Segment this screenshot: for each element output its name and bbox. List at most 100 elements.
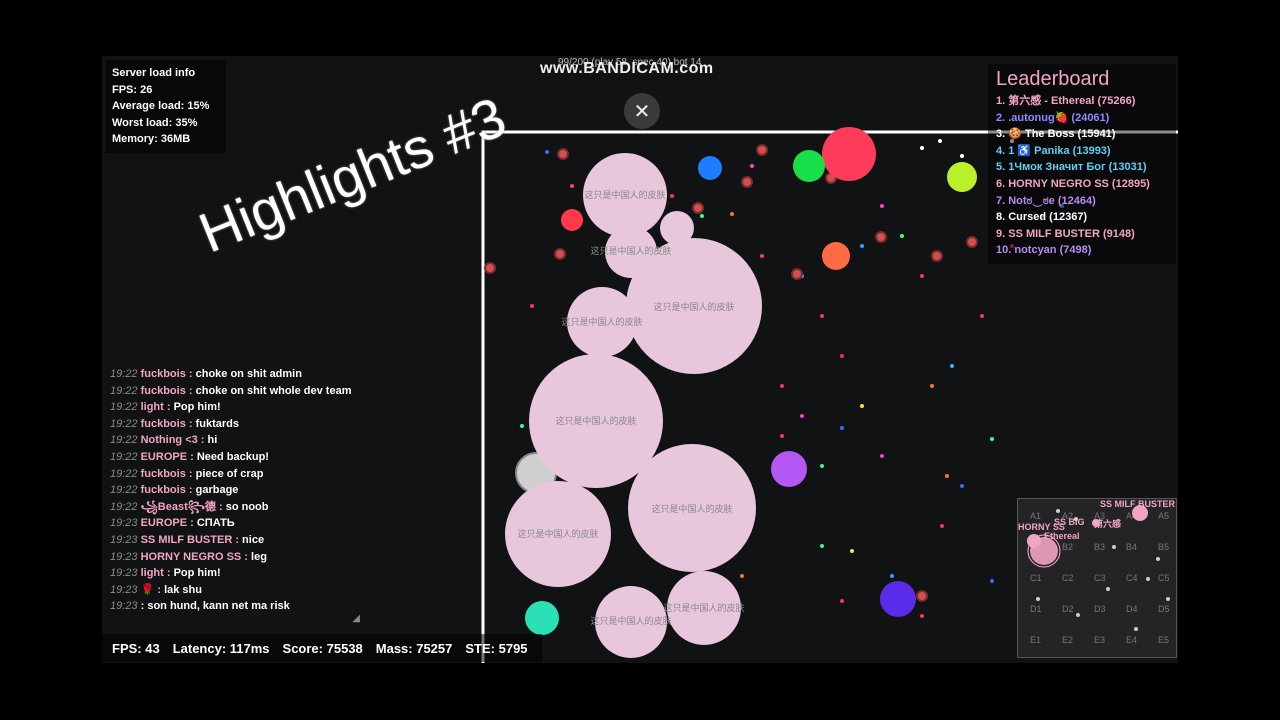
chat-message: 19:22 light : Pop him! bbox=[110, 399, 360, 416]
leaderboard-row: 4. 1 ♿ Panika (13993) bbox=[996, 144, 1111, 157]
player-cells bbox=[505, 153, 762, 658]
status-latency: Latency: 117ms bbox=[172, 640, 270, 656]
chat-author[interactable]: 🌹 : bbox=[141, 584, 161, 596]
status-score: Score: 75538 bbox=[282, 640, 363, 656]
chat-author[interactable]: EUROPE : bbox=[141, 451, 194, 463]
chat-timestamp: 19:22 bbox=[110, 417, 138, 430]
chat-message: 19:22 ꧁Beast꧂德 : so noob bbox=[110, 499, 360, 516]
cell-name-label: 这只是中国人的皮肤 bbox=[651, 503, 732, 515]
enemy-cell-lime bbox=[947, 162, 977, 192]
leaderboard-row: 7. Notಠ‿ಠe (12464) bbox=[996, 194, 1096, 207]
chat-author[interactable]: : bbox=[141, 600, 145, 612]
chat-timestamp: 19:22 bbox=[110, 484, 138, 497]
enemy-cell-violet bbox=[880, 581, 916, 617]
chat-message: 19:23 HORNY NEGRO SS : leg bbox=[110, 549, 360, 566]
chat-text: garbage bbox=[195, 484, 239, 497]
server-fps: FPS: 26 bbox=[112, 83, 153, 96]
leaderboard-row: 10. notcyan (7498) bbox=[996, 244, 1092, 257]
chat-message: 19:22 Nothing <3 : hi bbox=[110, 432, 360, 449]
chat-text: Pop him! bbox=[173, 567, 221, 580]
leaderboard-row: 2. .autonug🍓 (24061) bbox=[996, 111, 1110, 124]
chat-box[interactable]: 19:22 fuckbois : choke on shit admin 19:2… bbox=[110, 366, 360, 624]
chat-text: Pop him! bbox=[173, 401, 221, 414]
server-average-load: Average load: 15% bbox=[112, 100, 210, 112]
chat-text: so noob bbox=[225, 500, 269, 513]
chat-author[interactable]: fuckbois : bbox=[141, 368, 193, 380]
chat-text: choke on shit admin bbox=[195, 368, 302, 380]
cell-name-label: 这只是中国人的皮肤 bbox=[517, 528, 598, 540]
chat-author[interactable]: fuckbois : bbox=[141, 468, 193, 480]
status-fps: FPS: 43 bbox=[112, 640, 160, 656]
chat-author[interactable]: light : bbox=[141, 567, 171, 579]
cell-name-label: 这只是中国人的皮肤 bbox=[584, 189, 665, 201]
chat-text: piece of crap bbox=[195, 467, 264, 480]
leaderboard-title: Leaderboard bbox=[996, 68, 1110, 90]
leaderboard-row: 6. HORNY NEGRO SS (12895) bbox=[996, 177, 1150, 190]
chat-text: fuktards bbox=[195, 417, 240, 430]
chat-timestamp: 19:22 bbox=[110, 434, 138, 447]
chat-author[interactable]: fuckbois : bbox=[141, 418, 193, 430]
chat-message: 19:22 EUROPE : Need backup! bbox=[110, 449, 360, 466]
chat-author[interactable]: ꧁Beast꧂德 : bbox=[141, 501, 223, 513]
leaderboard-row: 5. 1Чмок Значит Бог (13031) bbox=[996, 161, 1147, 174]
enemy-cell-green bbox=[793, 150, 825, 182]
chat-author[interactable]: EUROPE : bbox=[141, 517, 194, 529]
enemy-cell-red-small bbox=[561, 209, 583, 231]
chat-timestamp: 19:22 bbox=[110, 500, 138, 513]
minimap-dots bbox=[1027, 505, 1170, 631]
server-load-panel: Server load info FPS: 26 Average load: 1… bbox=[106, 60, 226, 153]
chat-message: 19:22 fuckbois : choke on shit admin bbox=[110, 366, 360, 383]
chat-text: nice bbox=[242, 533, 265, 546]
server-worst-load: Worst load: 35% bbox=[112, 116, 198, 129]
chat-text: Need backup! bbox=[196, 450, 269, 463]
chat-timestamp: 19:23 bbox=[110, 517, 138, 530]
enemy-cell-blue bbox=[698, 156, 722, 180]
close-icon: ✕ bbox=[633, 100, 651, 123]
cell-name-label: 这只是中国人的皮肤 bbox=[590, 615, 671, 627]
chat-timestamp: 19:23 bbox=[110, 550, 138, 563]
chat-message: 19:23 light : Pop him! bbox=[110, 565, 360, 582]
chat-author[interactable]: HORNY NEGRO SS : bbox=[141, 551, 248, 563]
chat-message: 19:23 EUROPE : СПАТЬ bbox=[110, 515, 360, 532]
chat-message: 19:22 fuckbois : choke on shit whole dev… bbox=[110, 383, 360, 400]
leaderboard-row: 1. 第六感 - Ethereal (75266) bbox=[996, 95, 1136, 107]
chat-text: hi bbox=[207, 434, 218, 447]
chat-timestamp: 19:22 bbox=[110, 467, 138, 480]
chat-message: 19:23 SS MILF BUSTER : nice bbox=[110, 532, 360, 549]
chat-text: СПАТЬ bbox=[196, 517, 235, 530]
chat-text: lak shu bbox=[164, 583, 202, 596]
chat-timestamp: 19:22 bbox=[110, 368, 138, 380]
recorder-watermark: www.BANDICAM.com bbox=[540, 60, 714, 77]
leaderboard-row: 8. Cursed (12367) bbox=[996, 211, 1088, 224]
leaderboard: Leaderboard 1. 第六感 - Ethereal (75266) 2. … bbox=[988, 64, 1176, 264]
enemy-cell-red bbox=[822, 127, 876, 181]
chat-text: son hund, kann net ma risk bbox=[147, 600, 290, 613]
server-memory: Memory: 36MB bbox=[112, 133, 191, 145]
chat-timestamp: 19:22 bbox=[110, 384, 138, 397]
chat-timestamp: 19:23 bbox=[110, 600, 138, 613]
chat-author[interactable]: light : bbox=[141, 401, 171, 413]
resize-handle-icon[interactable]: ◢ bbox=[352, 613, 360, 624]
chat-message: 19:23 : son hund, kann net ma risk bbox=[110, 598, 360, 615]
minimap[interactable]: A1A2A3A4A5B1B2B3B4B5C1C2C3C4C5D1D2D3D4D5… bbox=[1017, 498, 1177, 658]
chat-author[interactable]: fuckbois : bbox=[141, 484, 193, 496]
chat-message: 19:22 fuckbois : piece of crap bbox=[110, 466, 360, 483]
chat-author[interactable]: SS MILF BUSTER : bbox=[141, 534, 239, 546]
close-button[interactable]: ✕ bbox=[624, 93, 660, 129]
status-mass: Mass: 75257 bbox=[375, 640, 453, 656]
enemy-cell-orange bbox=[822, 242, 850, 270]
chat-author[interactable]: Nothing <3 : bbox=[141, 434, 205, 446]
chat-timestamp: 19:23 bbox=[110, 533, 138, 546]
chat-author[interactable]: fuckbois : bbox=[141, 385, 193, 397]
status-bar: FPS: 43 Latency: 117ms Score: 75538 Mass… bbox=[102, 634, 542, 662]
chat-message: 19:22 fuckbois : fuktards bbox=[110, 416, 360, 433]
enemy-cell-teal bbox=[525, 601, 559, 635]
cell-name-label: 这只是中国人的皮肤 bbox=[590, 245, 671, 257]
chat-text: leg bbox=[251, 550, 267, 563]
cell-name-label: 这只是中国人的皮肤 bbox=[653, 301, 734, 313]
status-ste: STE: 5795 bbox=[465, 640, 528, 656]
chat-timestamp: 19:22 bbox=[110, 450, 138, 463]
leaderboard-row: 9. SS MILF BUSTER (9148) bbox=[996, 227, 1135, 240]
leaderboard-row: 3. 🍪 The Boss (15941) bbox=[996, 128, 1116, 141]
cell-name-label: 这只是中国人的皮肤 bbox=[663, 602, 744, 614]
